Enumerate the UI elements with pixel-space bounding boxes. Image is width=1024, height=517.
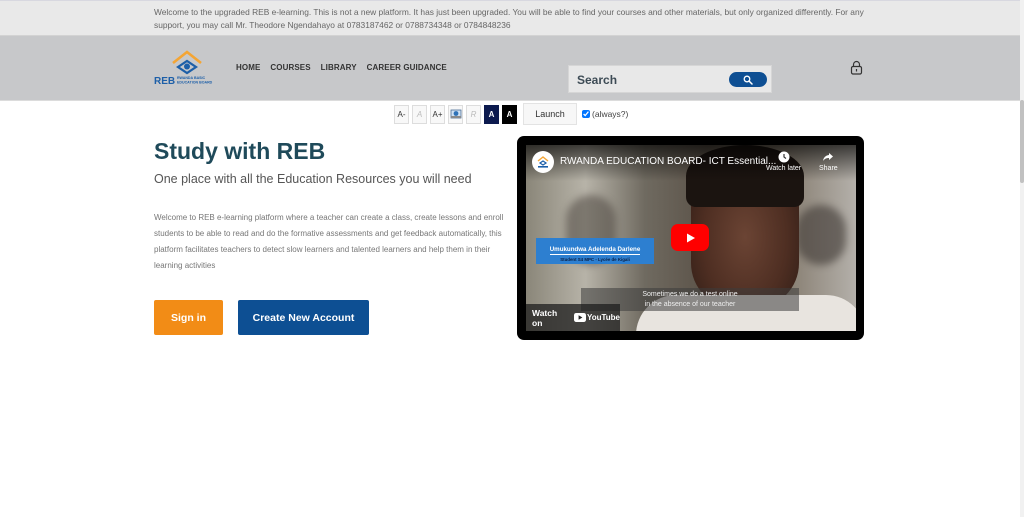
- play-button[interactable]: [671, 224, 709, 251]
- notice-text: Welcome to the upgraded REB e-learning. …: [154, 7, 864, 30]
- watch-later-button[interactable]: Watch later: [766, 151, 801, 172]
- reb-logo[interactable]: REB RWANDA BASIC EDUCATION BOARD: [154, 50, 222, 87]
- accessibility-toolbar: A- A A+ R A A Launch (always?): [394, 103, 628, 125]
- lower-third-caption: Umukundwa Adelenda Darlene Student S4 MP…: [536, 238, 654, 264]
- watch-on-label: Watch on: [532, 307, 558, 328]
- page-title: Study with REB: [154, 138, 326, 164]
- page-scrollbar-track[interactable]: [1020, 0, 1024, 517]
- page-subtitle: One place with all the Education Resourc…: [154, 172, 472, 186]
- watch-on-youtube-button[interactable]: Watch on YouTube: [526, 304, 620, 331]
- nav-library[interactable]: LIBRARY: [321, 63, 357, 72]
- share-button[interactable]: Share: [819, 151, 838, 172]
- login-button[interactable]: [850, 60, 863, 75]
- nav-career-guidance[interactable]: CAREER GUIDANCE: [367, 63, 447, 72]
- lock-icon: [850, 60, 863, 75]
- nav-home[interactable]: HOME: [236, 63, 260, 72]
- reset-font-button[interactable]: A: [412, 104, 427, 124]
- nav-courses[interactable]: COURSES: [270, 63, 310, 72]
- toggle-images-button[interactable]: [448, 104, 463, 124]
- video-frame[interactable]: RWANDA EDUCATION BOARD- ICT Essential...…: [526, 145, 856, 331]
- subtitle-line-1: Sometimes we do a test online: [642, 291, 738, 298]
- youtube-icon: [573, 313, 586, 322]
- svg-text:EDUCATION BOARD: EDUCATION BOARD: [177, 81, 213, 85]
- caption-name: Umukundwa Adelenda Darlene: [549, 246, 641, 255]
- reset-colors-button[interactable]: R: [466, 104, 481, 124]
- clock-icon: [778, 151, 790, 163]
- site-header: REB RWANDA BASIC EDUCATION BOARD HOME CO…: [0, 36, 1024, 101]
- video-title[interactable]: RWANDA EDUCATION BOARD- ICT Essential...: [560, 156, 776, 167]
- main-nav: HOME COURSES LIBRARY CAREER GUIDANCE: [236, 63, 447, 72]
- search-button[interactable]: [729, 72, 767, 87]
- share-icon: [823, 153, 834, 161]
- video-background-figure: [796, 205, 846, 265]
- search-box: [568, 65, 772, 93]
- increase-font-button[interactable]: A+: [430, 104, 445, 124]
- create-account-button[interactable]: Create New Account: [238, 300, 369, 335]
- always-option[interactable]: (always?): [582, 109, 628, 119]
- launch-button[interactable]: Launch: [523, 103, 577, 125]
- watch-later-label: Watch later: [766, 165, 802, 172]
- black-contrast-button[interactable]: A: [502, 104, 517, 124]
- caption-role: Student S4 MPC - Lycée de Kigali: [560, 257, 630, 262]
- always-checkbox[interactable]: [582, 110, 590, 118]
- sign-in-button[interactable]: Sign in: [154, 300, 223, 335]
- search-input[interactable]: [577, 70, 727, 90]
- intro-text: Welcome to REB e-learning platform where…: [154, 213, 504, 270]
- youtube-logo: YouTube: [573, 313, 620, 322]
- svg-text:REB: REB: [154, 76, 175, 86]
- picture-icon: [450, 109, 461, 119]
- reb-channel-icon: [537, 156, 549, 168]
- decrease-font-button[interactable]: A-: [394, 104, 409, 124]
- navy-contrast-button[interactable]: A: [484, 104, 499, 124]
- always-label: (always?): [592, 109, 629, 119]
- youtube-label: YouTube: [586, 313, 620, 322]
- search-icon: [743, 75, 753, 85]
- reb-logo-icon: REB RWANDA BASIC EDUCATION BOARD: [154, 50, 213, 87]
- share-label: Share: [819, 165, 838, 172]
- video-embed[interactable]: RWANDA EDUCATION BOARD- ICT Essential...…: [517, 136, 864, 340]
- page-scrollbar-thumb[interactable]: [1020, 100, 1024, 183]
- channel-avatar[interactable]: [532, 151, 554, 173]
- notice-bar: Welcome to the upgraded REB e-learning. …: [0, 0, 1024, 36]
- play-icon: [687, 233, 695, 242]
- svg-text:RWANDA BASIC: RWANDA BASIC: [177, 76, 206, 80]
